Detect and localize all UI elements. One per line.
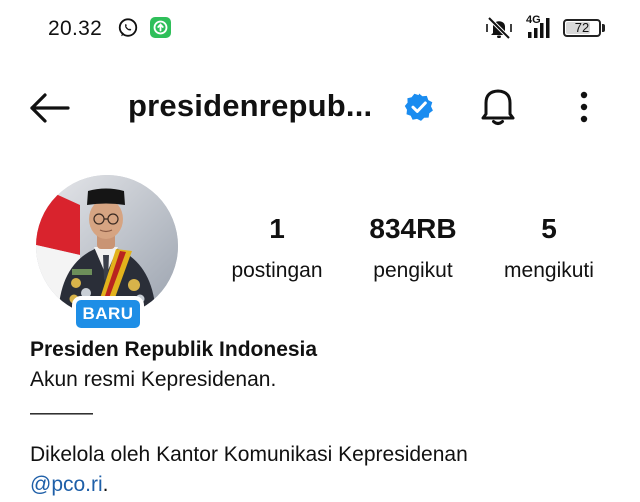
followers-label: pengikut	[373, 259, 453, 282]
battery-percent: 72	[574, 20, 590, 35]
stat-posts[interactable]: 1 postingan	[222, 212, 332, 286]
bio-separator: ———	[30, 401, 93, 424]
bio-mention-link[interactable]: @pco.ri	[30, 473, 103, 496]
bio-link-suffix: .	[102, 473, 109, 496]
status-time: 20.32	[48, 17, 103, 40]
profile-bio: Presiden Republik Indonesia Akun resmi K…	[30, 335, 620, 500]
profile-screen: 20.32 4G 72 presidenrepub... BARU 1 post…	[0, 0, 640, 502]
bio-text-line-1: Akun resmi Kepresidenan.	[30, 368, 277, 391]
mute-vibrate-icon	[486, 16, 512, 40]
profile-display-name: Presiden Republik Indonesia	[30, 338, 318, 361]
following-label: mengikuti	[504, 259, 594, 282]
signal-4g-icon: 4G	[526, 14, 556, 40]
back-arrow-icon[interactable]	[28, 90, 72, 126]
status-bar: 20.32 4G 72	[0, 0, 640, 58]
battery-nub	[602, 24, 605, 32]
stat-following[interactable]: 5 mengikuti	[490, 212, 608, 286]
battery-icon: 72	[563, 19, 601, 37]
green-app-icon	[150, 17, 171, 38]
verified-badge-icon	[404, 93, 433, 121]
following-count: 5	[541, 213, 557, 244]
new-badge: BARU	[72, 296, 144, 332]
more-vertical-icon[interactable]	[570, 88, 598, 128]
bio-text-line-2: Dikelola oleh Kantor Komunikasi Kepresid…	[30, 443, 468, 466]
stat-followers[interactable]: 834RB pengikut	[358, 212, 468, 286]
profile-username: presidenrepub...	[128, 88, 373, 123]
followers-count: 834RB	[369, 213, 457, 244]
bio-link-line: @pco.ri.	[30, 470, 620, 500]
posts-label: postingan	[231, 259, 323, 282]
whatsapp-icon	[118, 18, 138, 37]
bell-icon[interactable]	[478, 85, 518, 127]
posts-count: 1	[269, 213, 285, 244]
